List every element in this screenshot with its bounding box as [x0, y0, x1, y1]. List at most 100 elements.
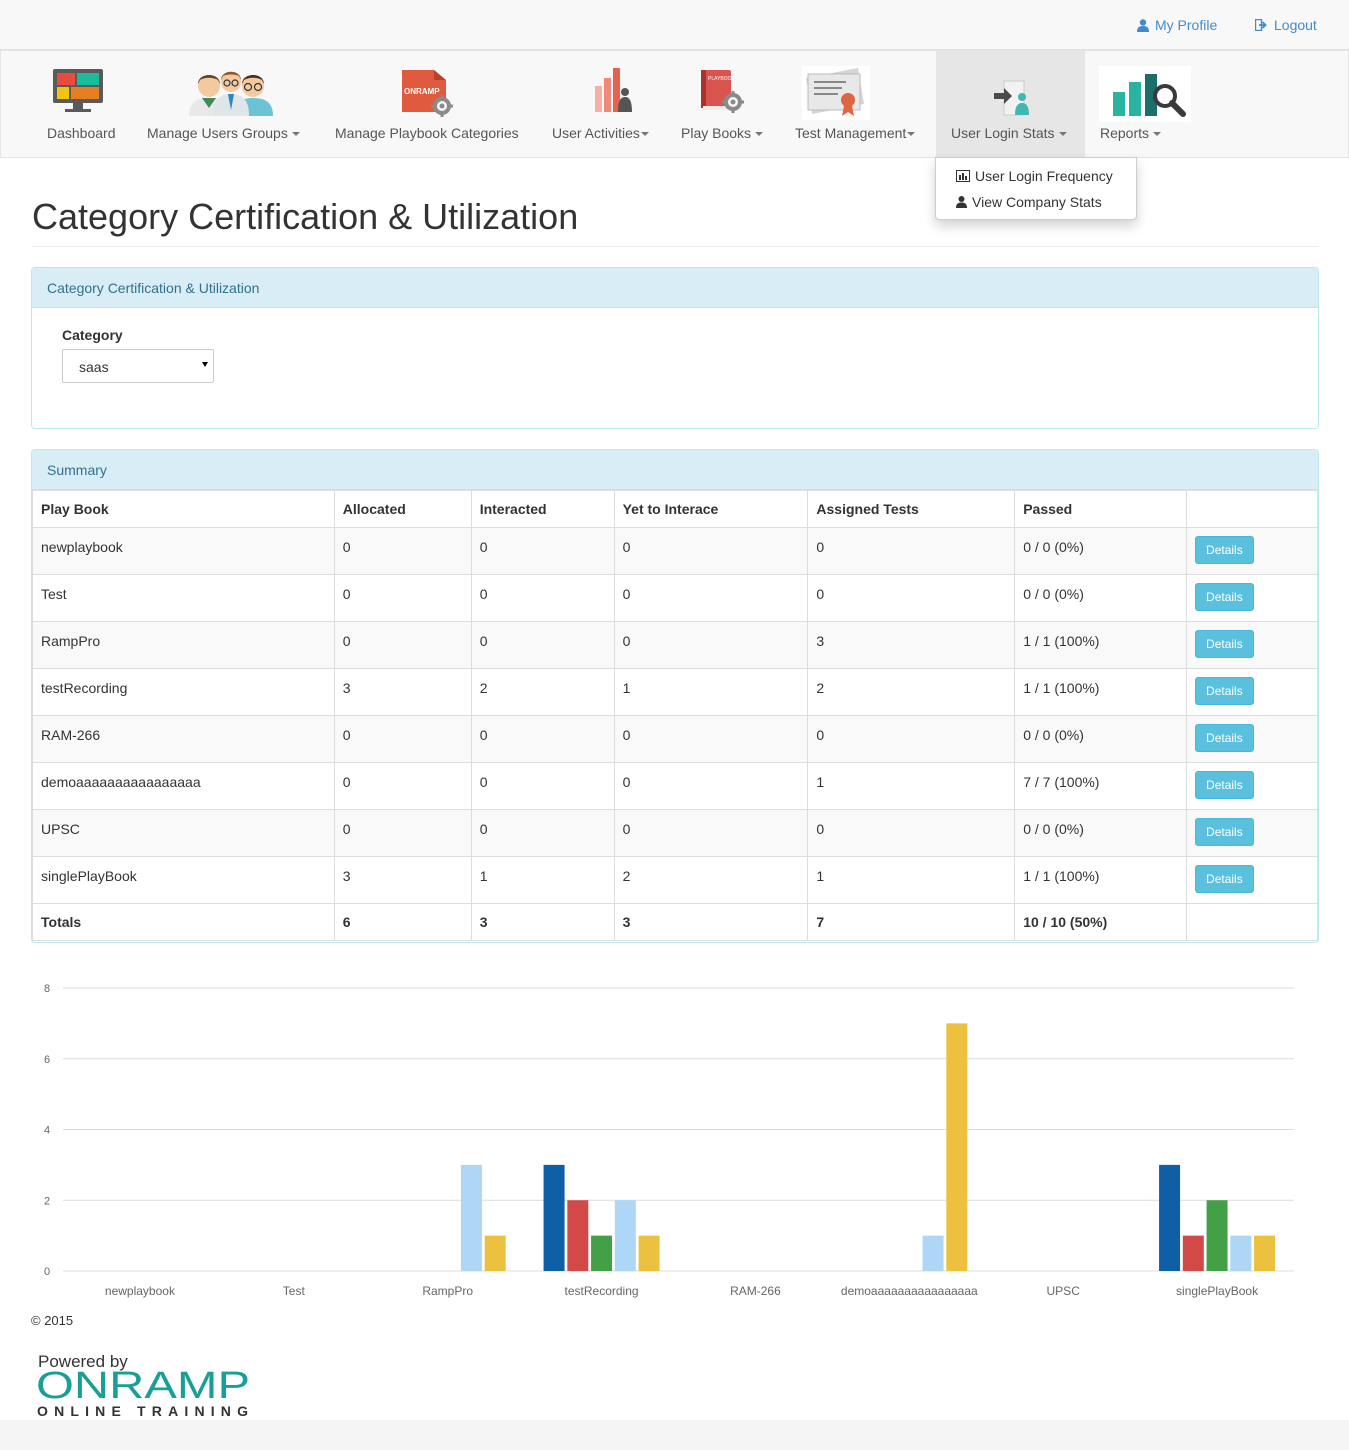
caret-down-icon — [1058, 132, 1067, 137]
nav-label-dashboard: Dashboard — [47, 125, 116, 141]
table-row: Test 0 0 0 0 0 / 0 (0%) Details — [32, 574, 1318, 622]
table-row: UPSC 0 0 0 0 0 / 0 (0%) Details — [32, 809, 1318, 857]
totals-passed: 10 / 10 (50%) — [1014, 903, 1188, 941]
cell-actions: Details — [1186, 574, 1318, 622]
caret-down-icon — [291, 132, 300, 137]
x-tick-label: UPSC — [1047, 1284, 1081, 1298]
x-tick-label: demoaaaaaaaaaaaaaaaa — [841, 1284, 978, 1298]
y-tick-label: 6 — [44, 1054, 50, 1066]
nav-item-reports[interactable]: Reports — [1085, 51, 1205, 157]
category-select[interactable]: saas — [62, 349, 214, 383]
totals-label: Totals — [32, 903, 335, 941]
col-header-actions — [1186, 490, 1318, 528]
table-row: testRecording 3 2 1 2 1 / 1 (100%) Details — [32, 668, 1318, 716]
nav-item-user-login-stats[interactable]: User Login Stats — [936, 51, 1085, 157]
user-login-icon — [994, 80, 1029, 116]
cell-passed: 0 / 0 (0%) — [1014, 715, 1188, 763]
nav-label-play-books: Play Books — [681, 125, 764, 141]
category-filter-panel: Category Certification & Utilization Cat… — [31, 267, 1319, 429]
details-button[interactable]: Details — [1195, 536, 1254, 564]
nav-item-dashboard[interactable]: Dashboard — [31, 51, 131, 157]
cell-interacted: 0 — [470, 621, 615, 669]
details-button[interactable]: Details — [1195, 630, 1254, 658]
cell-interacted: 1 — [470, 856, 615, 904]
cell-actions: Details — [1186, 621, 1318, 669]
chart-bar — [591, 1235, 613, 1271]
my-profile-link[interactable]: My Profile — [1137, 17, 1217, 33]
cell-actions: Details — [1186, 809, 1318, 857]
menu-item-label: View Company Stats — [972, 194, 1102, 210]
logout-link[interactable]: Logout — [1255, 17, 1317, 33]
menu-item-label: User Login Frequency — [975, 168, 1113, 184]
totals-allocated: 6 — [333, 903, 472, 941]
cell-assigned: 3 — [807, 621, 1016, 669]
category-label: Category — [62, 327, 123, 343]
details-button[interactable]: Details — [1195, 677, 1254, 705]
cell-assigned: 1 — [807, 856, 1016, 904]
cell-playbook: testRecording — [32, 668, 335, 716]
summary-panel: Summary Play Book Allocated Interacted Y… — [31, 449, 1319, 943]
details-button[interactable]: Details — [1195, 583, 1254, 611]
cell-yet: 1 — [613, 668, 809, 716]
table-row: RAM-266 0 0 0 0 0 / 0 (0%) Details — [32, 715, 1318, 763]
col-header-yet-to-interact: Yet to Interace — [613, 490, 809, 528]
details-button[interactable]: Details — [1195, 865, 1254, 893]
menu-item-view-company-stats[interactable]: View Company Stats — [956, 194, 1102, 210]
nav-item-play-books[interactable]: PLAYBOOK Play Books — [666, 51, 780, 157]
svg-text:ONRAMP: ONRAMP — [404, 87, 440, 96]
chart-bar — [484, 1235, 506, 1271]
caret-down-icon — [755, 132, 764, 137]
chart-bar — [1206, 1200, 1228, 1271]
title-divider — [32, 246, 1319, 247]
cell-yet: 0 — [613, 809, 809, 857]
certificate-icon — [802, 66, 870, 120]
cell-allocated: 0 — [333, 762, 472, 810]
bar-chart-icon — [956, 170, 970, 182]
cell-playbook: Test — [32, 574, 335, 622]
cell-passed: 7 / 7 (100%) — [1014, 762, 1188, 810]
cell-playbook: RampPro — [32, 621, 335, 669]
details-button[interactable]: Details — [1195, 771, 1254, 799]
nav-item-manage-users-groups[interactable]: Manage Users Groups — [131, 51, 319, 157]
user-icon — [956, 196, 967, 208]
menu-item-user-login-frequency[interactable]: User Login Frequency — [956, 168, 1113, 184]
cell-playbook: newplaybook — [32, 527, 335, 575]
dashboard-monitor-icon — [53, 69, 103, 112]
table-row: demoaaaaaaaaaaaaaaaa 0 0 0 1 7 / 7 (100%) Deta… — [32, 762, 1318, 810]
col-header-assigned-tests: Assigned Tests — [807, 490, 1016, 528]
onramp-logo: Powered by ONRAMP ONLINE TRAINING — [36, 1352, 250, 1419]
details-button[interactable]: Details — [1195, 724, 1254, 752]
nav-item-manage-playbook-categories[interactable]: ONRAMP Manage Playbook Categories — [319, 51, 537, 157]
nav-item-user-activities[interactable]: User Activities — [537, 51, 666, 157]
cell-allocated: 0 — [333, 574, 472, 622]
logout-label: Logout — [1274, 17, 1317, 33]
playbook-book-gear-icon: PLAYBOOK — [701, 70, 744, 113]
nav-label-user-login-stats: User Login Stats — [951, 125, 1067, 141]
cell-interacted: 0 — [470, 527, 615, 575]
nav-item-test-management[interactable]: Test Management — [780, 51, 936, 157]
table-row: singlePlayBook 3 1 2 1 1 / 1 (100%) Details — [32, 856, 1318, 904]
totals-assigned: 7 — [807, 903, 1016, 941]
cell-allocated: 3 — [333, 668, 472, 716]
logout-icon — [1255, 19, 1267, 31]
category-select-value: saas — [79, 359, 109, 375]
cell-assigned: 0 — [807, 527, 1016, 575]
cell-assigned: 0 — [807, 715, 1016, 763]
chart-bar — [543, 1164, 565, 1271]
svg-text:PLAYBOOK: PLAYBOOK — [708, 76, 736, 82]
top-bar: My Profile Logout — [0, 0, 1349, 50]
user-login-stats-dropdown: User Login Frequency View Company Stats — [935, 157, 1137, 220]
caret-down-icon — [640, 132, 649, 137]
x-tick-label: RampPro — [422, 1284, 473, 1298]
cell-yet: 0 — [613, 621, 809, 669]
table-row: RampPro 0 0 0 3 1 / 1 (100%) Details — [32, 621, 1318, 669]
cell-actions: Details — [1186, 527, 1318, 575]
totals-interacted: 3 — [470, 903, 615, 941]
cell-interacted: 0 — [470, 809, 615, 857]
cell-interacted: 2 — [470, 668, 615, 716]
cell-playbook: singlePlayBook — [32, 856, 335, 904]
copyright: © 2015 — [31, 1313, 74, 1328]
details-button[interactable]: Details — [1195, 818, 1254, 846]
table-row: newplaybook 0 0 0 0 0 / 0 (0%) Details — [32, 527, 1318, 575]
select-arrow-icon — [202, 362, 208, 367]
